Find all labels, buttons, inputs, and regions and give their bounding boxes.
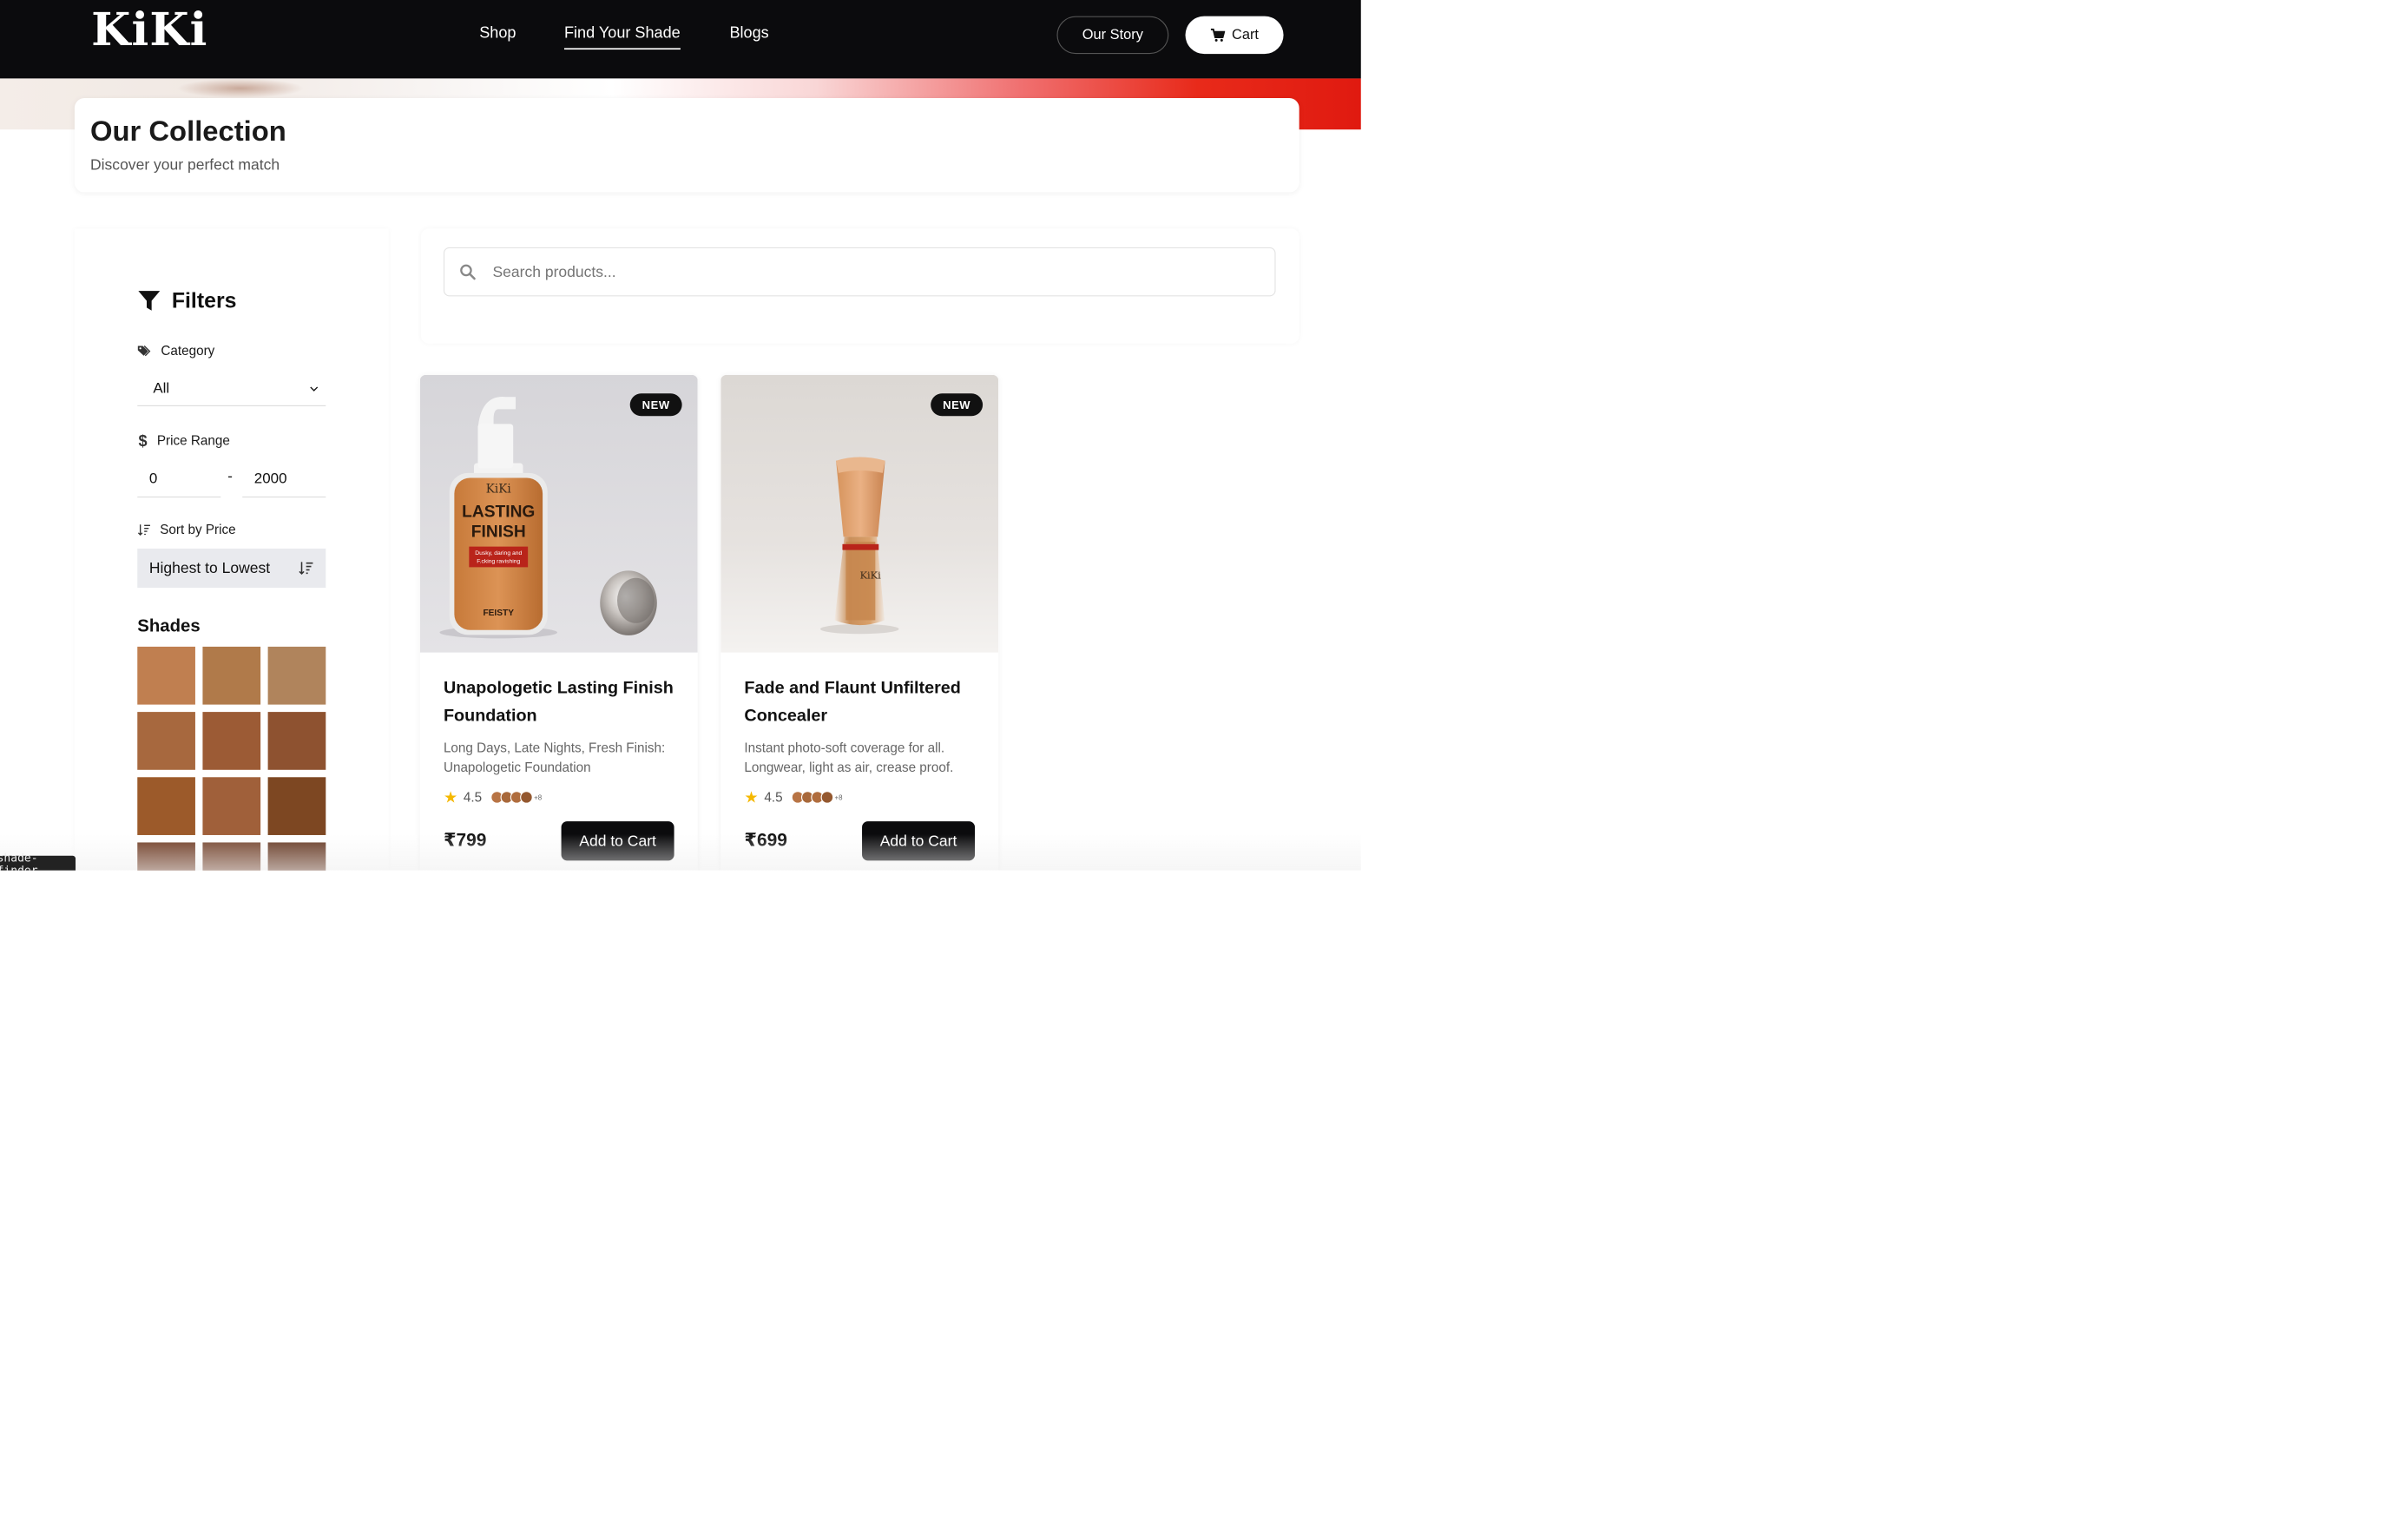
product-card[interactable]: KiKi LASTING FINISH Dusky, daring and F.… xyxy=(419,374,698,871)
cart-button[interactable]: Cart xyxy=(1185,16,1284,55)
price-separator: - xyxy=(227,468,233,484)
shade-swatch[interactable] xyxy=(202,712,261,770)
bottle-brand-text: KiKi xyxy=(860,569,881,581)
shade-swatch[interactable] xyxy=(137,646,195,705)
nav-link-find-your-shade[interactable]: Find Your Shade xyxy=(563,23,681,50)
hero-banner-blur xyxy=(176,78,305,99)
sort-label: Sort by Price xyxy=(160,522,236,537)
dollar-icon: $ xyxy=(138,431,148,450)
shade-swatch[interactable] xyxy=(267,646,326,705)
product-rating: ★ 4.5 +8 xyxy=(444,788,542,806)
category-label: Category xyxy=(161,343,215,359)
page-root: KiKi Shop Find Your Shade Blogs Our Stor… xyxy=(0,0,1361,871)
price-label-row: $ Price Range xyxy=(137,431,230,450)
shade-swatch[interactable] xyxy=(137,712,195,770)
shade-dots: +8 xyxy=(490,791,543,804)
product-description: Long Days, Late Nights, Fresh Finish: Un… xyxy=(443,740,666,775)
our-story-button[interactable]: Our Story xyxy=(1056,16,1169,55)
sort-label-row: Sort by Price xyxy=(137,522,236,537)
product-description: Instant photo-soft coverage for all. Lon… xyxy=(744,740,954,775)
new-badge: NEW xyxy=(629,393,682,417)
top-navbar: KiKi Shop Find Your Shade Blogs Our Stor… xyxy=(0,0,1361,79)
shades-title: Shades xyxy=(137,615,201,635)
product-price: ₹699 xyxy=(744,829,787,850)
search-box[interactable] xyxy=(443,247,1276,297)
product-title[interactable]: Fade and Flaunt Unfiltered Concealer xyxy=(744,675,979,729)
category-value: All xyxy=(153,380,170,397)
sort-select[interactable]: Highest to Lowest xyxy=(137,548,326,589)
nav-link-shop[interactable]: Shop xyxy=(479,23,516,42)
rating-value: 4.5 xyxy=(463,789,483,805)
shade-swatch[interactable] xyxy=(137,777,195,835)
shade-dots: +8 xyxy=(791,791,843,804)
product-image[interactable]: KiKi NEW xyxy=(720,374,999,653)
page-title: Our Collection xyxy=(89,115,286,148)
sort-descending-icon xyxy=(299,562,313,576)
product-rating: ★ 4.5 +8 xyxy=(744,788,842,806)
chevron-down-icon xyxy=(310,386,319,392)
new-badge: NEW xyxy=(931,393,984,417)
rating-value: 4.5 xyxy=(764,789,783,805)
foundation-bottle-image: KiKi LASTING FINISH Dusky, daring and F.… xyxy=(419,374,698,653)
shade-swatch[interactable] xyxy=(267,712,326,770)
funnel-icon xyxy=(138,291,161,311)
product-card[interactable]: KiKi NEW Fade and Flaunt Unfiltered Conc… xyxy=(720,374,999,871)
star-icon: ★ xyxy=(443,788,458,806)
add-to-cart-button[interactable]: Add to Cart xyxy=(862,821,976,861)
category-label-row: Category xyxy=(137,344,214,359)
shade-dot xyxy=(520,791,533,804)
sort-icon xyxy=(137,523,150,536)
shade-swatch[interactable] xyxy=(137,842,195,871)
bottle-tagline-1: Dusky, daring and xyxy=(475,550,522,556)
nav-link-blogs[interactable]: Blogs xyxy=(729,23,768,42)
page-subtitle: Discover your perfect match xyxy=(89,155,280,174)
bottle-lasting-text: LASTING xyxy=(462,503,535,522)
category-select[interactable]: All xyxy=(137,372,326,406)
shade-swatch[interactable] xyxy=(267,842,326,871)
search-input[interactable] xyxy=(492,262,1229,281)
price-min-input[interactable]: 0 xyxy=(137,461,221,498)
price-label: Price Range xyxy=(156,433,230,449)
filters-heading: Filters xyxy=(137,288,236,313)
concealer-bottle-image: KiKi xyxy=(720,374,999,653)
bottle-brand-text: KiKi xyxy=(486,482,512,496)
shade-swatch[interactable] xyxy=(202,646,261,705)
url-tooltip: shade-finder xyxy=(0,852,76,871)
bottle-tagline-2: F.cking ravishing xyxy=(477,558,520,564)
search-icon xyxy=(460,264,476,280)
product-price: ₹799 xyxy=(443,829,487,850)
product-image[interactable]: KiKi LASTING FINISH Dusky, daring and F.… xyxy=(419,374,698,653)
bottle-finish-text: FINISH xyxy=(471,523,526,541)
tags-icon xyxy=(137,345,151,356)
shade-dot xyxy=(820,791,834,804)
bottle-shade-text: FEISTY xyxy=(483,609,514,618)
shade-swatch[interactable] xyxy=(202,777,261,835)
more-shades-count: +8 xyxy=(834,793,843,801)
cart-label: Cart xyxy=(1231,27,1259,43)
more-shades-count: +8 xyxy=(534,793,543,801)
shade-swatch[interactable] xyxy=(267,777,326,835)
shade-swatch[interactable] xyxy=(202,842,261,871)
product-title[interactable]: Unapologetic Lasting Finish Foundation xyxy=(444,675,679,729)
sort-value: Highest to Lowest xyxy=(148,559,271,577)
price-max-input[interactable]: 2000 xyxy=(242,461,326,498)
star-icon: ★ xyxy=(744,788,759,806)
add-to-cart-button[interactable]: Add to Cart xyxy=(561,821,674,861)
filters-title: Filters xyxy=(171,288,237,313)
cart-icon xyxy=(1210,28,1226,42)
brand-logo[interactable]: KiKi xyxy=(91,3,207,56)
